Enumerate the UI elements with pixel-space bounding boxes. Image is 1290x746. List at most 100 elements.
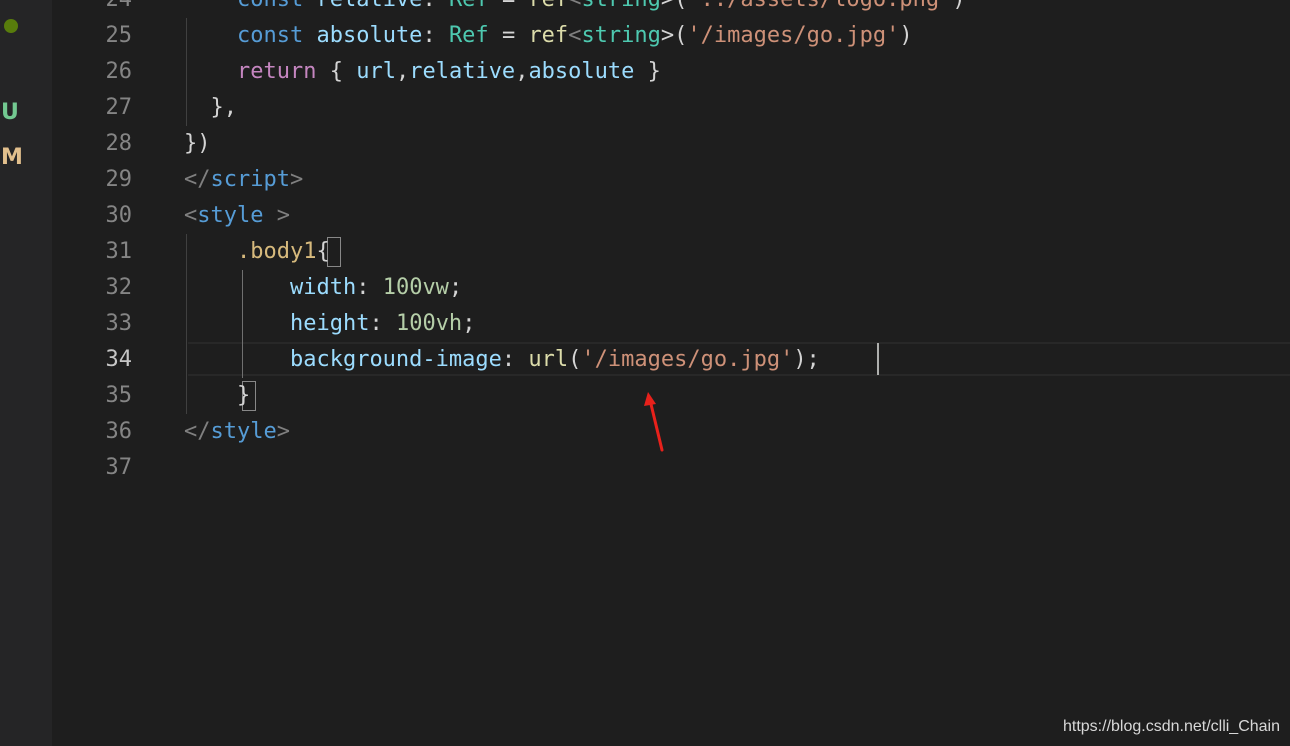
punctuation-token: { — [329, 59, 343, 84]
operator-token: = — [501, 23, 516, 48]
line-text: height: 100vh; — [184, 306, 475, 342]
property-token: height — [289, 311, 370, 336]
line-text: </script> — [184, 162, 303, 198]
line-text: width: 100vw; — [184, 270, 462, 306]
line-number: 32 — [105, 275, 133, 300]
variable-token: relative — [409, 59, 516, 84]
line-number: 30 — [105, 203, 133, 228]
code-line[interactable]: 27 }, — [52, 90, 1290, 126]
line-text: .body1{ — [184, 234, 330, 270]
variable-token: absolute — [528, 59, 635, 84]
line-number: 37 — [105, 455, 133, 480]
value-token: 100vh — [395, 311, 463, 336]
function-token: url — [528, 347, 569, 372]
punctuation-token: >( — [661, 0, 688, 12]
tag-bracket-token: > — [276, 203, 290, 228]
activity-gutter: U M — [0, 0, 52, 746]
property-token: background-image — [289, 347, 502, 372]
tag-bracket-token: > — [289, 167, 304, 192]
string-token: '/images/go.jpg' — [687, 23, 900, 48]
git-modified-badge[interactable]: M — [1, 146, 23, 170]
tag-name-token: style — [197, 203, 264, 228]
line-text: const relative: Ref = ref<string>('../as… — [184, 0, 966, 18]
line-text: }, — [184, 90, 238, 126]
line-text: }) — [184, 126, 211, 162]
tag-bracket-token: < — [184, 203, 198, 228]
punctuation-token: ( — [568, 347, 582, 372]
string-token: '../assets/logo.png' — [687, 0, 952, 12]
code-line[interactable]: 24 const relative: Ref = ref<string>('..… — [52, 0, 1290, 18]
punctuation-token: , — [395, 59, 410, 84]
git-untracked-badge[interactable]: U — [1, 101, 19, 125]
punctuation-token: : — [422, 0, 435, 12]
punctuation-token: ); — [793, 347, 820, 372]
tag-bracket-token: </ — [184, 167, 211, 192]
tag-name-token: style — [210, 419, 277, 444]
line-text: } — [184, 378, 250, 414]
editor-text-area[interactable]: 24 const relative: Ref = ref<string>('..… — [52, 0, 1290, 746]
line-number: 24 — [52, 0, 133, 18]
tag-name-token: script — [210, 167, 290, 192]
code-line[interactable]: 33 height: 100vh; — [52, 306, 1290, 342]
line-text: <style > — [184, 198, 290, 234]
git-status-dot-icon — [4, 19, 18, 33]
type-token: string — [581, 23, 661, 48]
punctuation-token: < — [568, 23, 582, 48]
punctuation-token: : — [356, 275, 383, 300]
code-line[interactable]: 28 }) — [52, 126, 1290, 162]
punctuation-token: : — [501, 347, 529, 372]
line-number: 29 — [105, 167, 133, 192]
tag-bracket-token: > — [276, 419, 290, 444]
punctuation-token: : — [369, 311, 396, 336]
variable-token: relative — [316, 0, 422, 12]
line-number: 31 — [105, 239, 133, 264]
line-number: 35 — [105, 383, 133, 408]
punctuation-token: { — [316, 239, 330, 264]
line-number: 34 — [105, 347, 133, 372]
tag-bracket-token: </ — [184, 419, 211, 444]
line-number: 28 — [105, 131, 133, 156]
punctuation-token: } — [647, 59, 661, 84]
code-line[interactable]: 26 return { url,relative,absolute } — [52, 54, 1290, 90]
text-cursor — [877, 343, 879, 375]
variable-token: absolute — [316, 23, 423, 48]
line-number: 36 — [105, 419, 133, 444]
code-line[interactable]: 25 const absolute: Ref = ref<string>('/i… — [52, 18, 1290, 54]
selector-token: .body1 — [236, 239, 317, 264]
function-token: ref — [528, 23, 569, 48]
line-text: const absolute: Ref = ref<string>('/imag… — [184, 18, 913, 54]
keyword-token: return — [236, 59, 317, 84]
type-token: Ref — [448, 23, 489, 48]
operator-token: = — [502, 0, 515, 12]
line-number: 27 — [105, 95, 133, 120]
string-token: '/images/go.jpg' — [581, 347, 794, 372]
punctuation-token: }, — [210, 95, 238, 120]
type-token: Ref — [449, 0, 489, 12]
punctuation-token: >( — [660, 23, 688, 48]
variable-token: url — [356, 59, 396, 84]
value-token: 100vw — [382, 275, 449, 300]
watermark: https://blog.csdn.net/clli_Chain — [1062, 718, 1280, 735]
code-line[interactable]: 30 <style > — [52, 198, 1290, 234]
line-text: </style> — [184, 414, 290, 450]
type-token: string — [581, 0, 660, 12]
line-text: background-image: url('/images/go.jpg'); — [184, 342, 820, 378]
punctuation-token: : — [422, 23, 436, 48]
punctuation-token: < — [568, 0, 581, 12]
line-number: 25 — [105, 23, 133, 48]
code-line[interactable]: 32 width: 100vw; — [52, 270, 1290, 306]
punctuation-token: ) — [952, 0, 965, 12]
keyword-token: const — [236, 23, 304, 48]
line-number: 26 — [105, 59, 133, 84]
code-line[interactable]: 29 </script> — [52, 162, 1290, 198]
keyword-token: const — [237, 0, 303, 12]
punctuation-token: , — [515, 59, 529, 84]
punctuation-token: } — [236, 383, 251, 408]
code-line-active[interactable]: 34 background-image: url('/images/go.jpg… — [52, 342, 1290, 378]
punctuation-token: }) — [184, 131, 211, 156]
punctuation-token: ) — [899, 23, 913, 48]
line-number: 33 — [105, 311, 133, 336]
line-text: return { url,relative,absolute } — [184, 54, 661, 90]
code-line[interactable]: 31 .body1{ — [52, 234, 1290, 270]
punctuation-token: ; — [462, 311, 476, 336]
